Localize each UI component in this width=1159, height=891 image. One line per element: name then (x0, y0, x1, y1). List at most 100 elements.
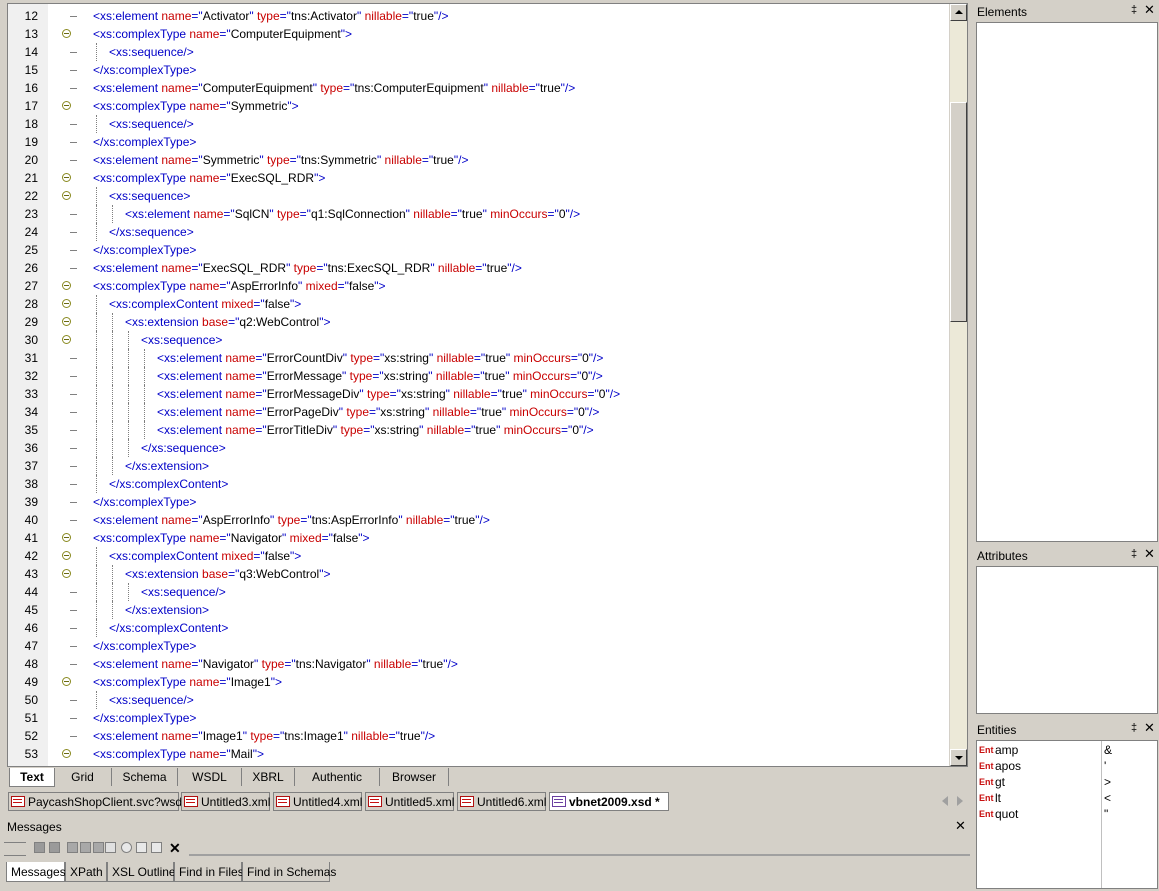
code-line[interactable]: 42 <xs:complexContent mixed="false"> (8, 547, 950, 565)
scroll-up-button[interactable] (950, 4, 967, 21)
tab-authentic[interactable]: Authentic (295, 768, 380, 786)
code-line[interactable]: 32 <xs:element name="ErrorMessage" type="… (8, 367, 950, 385)
next-message-icon[interactable] (34, 842, 45, 853)
fold-toggle-icon[interactable] (62, 29, 71, 38)
code-line[interactable]: 50 <xs:sequence/> (8, 691, 950, 709)
code-line[interactable]: 33 <xs:element name="ErrorMessageDiv" typ… (8, 385, 950, 403)
code-line[interactable]: 12 <xs:element name="Activator" type="tns… (8, 7, 950, 25)
find-previous-icon[interactable] (136, 842, 147, 853)
code-line[interactable]: 18 <xs:sequence/> (8, 115, 950, 133)
doc-tab-untitled5[interactable]: Untitled5.xml (365, 792, 454, 811)
entity-row[interactable]: Ent gt (979, 774, 1005, 790)
tab-grid[interactable]: Grid (54, 768, 112, 786)
code-line[interactable]: 20 <xs:element name="Symmetric" type="tns… (8, 151, 950, 169)
doc-tab-untitled4[interactable]: Untitled4.xml (273, 792, 362, 811)
tab-xbrl[interactable]: XBRL (242, 768, 295, 786)
code-line[interactable]: 38 </xs:complexContent> (8, 475, 950, 493)
code-line[interactable]: 39 </xs:complexType> (8, 493, 950, 511)
code-line[interactable]: 47 </xs:complexType> (8, 637, 950, 655)
fold-toggle-icon[interactable] (62, 317, 71, 326)
clear-icon[interactable]: ✕ (169, 840, 181, 856)
copy-all-icon[interactable] (93, 842, 104, 853)
code-line[interactable]: 44 <xs:sequence/> (8, 583, 950, 601)
tab-xsl-outline[interactable]: XSL Outline (107, 862, 176, 882)
tab-find-in-schemas[interactable]: Find in Schemas (242, 862, 336, 882)
fold-toggle-icon[interactable] (62, 677, 71, 686)
tab-text[interactable]: Text (9, 768, 55, 787)
pin-icon[interactable]: ‡ (1131, 722, 1137, 734)
tab-xpath[interactable]: XPath (65, 862, 107, 882)
code-line[interactable]: 34 <xs:element name="ErrorPageDiv" type="… (8, 403, 950, 421)
code-line[interactable]: 25 </xs:complexType> (8, 241, 950, 259)
close-icon[interactable]: ✕ (955, 818, 966, 834)
fold-toggle-icon[interactable] (62, 101, 71, 110)
code-line[interactable]: 24 </xs:sequence> (8, 223, 950, 241)
tab-find-in-files[interactable]: Find in Files (174, 862, 244, 882)
close-icon[interactable]: ✕ (1144, 546, 1155, 562)
find-next-icon[interactable] (151, 842, 162, 853)
entity-row[interactable]: Ent amp (979, 742, 1018, 758)
scrollbar-thumb[interactable] (950, 102, 967, 322)
tab-browser[interactable]: Browser (380, 768, 449, 786)
fold-toggle-icon[interactable] (62, 335, 71, 344)
fold-toggle-icon[interactable] (62, 173, 71, 182)
tab-messages[interactable]: Messages (6, 862, 66, 882)
elements-list[interactable] (976, 22, 1158, 542)
doc-tab-vbnet2009[interactable]: vbnet2009.xsd * (549, 792, 669, 811)
code-line[interactable]: 28 <xs:complexContent mixed="false"> (8, 295, 950, 313)
code-line[interactable]: 51 </xs:complexType> (8, 709, 950, 727)
previous-message-icon[interactable] (49, 842, 60, 853)
pin-icon[interactable]: ‡ (1131, 548, 1137, 560)
code-line[interactable]: 13 <xs:complexType name="ComputerEquipmen… (8, 25, 950, 43)
code-line[interactable]: 37 </xs:extension> (8, 457, 950, 475)
code-line[interactable]: 23 <xs:element name="SqlCN" type="q1:SqlC… (8, 205, 950, 223)
tab-scroll-right-icon[interactable] (957, 796, 963, 806)
copy-branch-icon[interactable] (80, 842, 91, 853)
code-line[interactable]: 19 </xs:complexType> (8, 133, 950, 151)
vertical-scrollbar[interactable] (949, 4, 967, 766)
code-line[interactable]: 36 </xs:sequence> (8, 439, 950, 457)
tab-schema[interactable]: Schema (112, 768, 178, 786)
doc-tab-untitled6[interactable]: Untitled6.xml (457, 792, 546, 811)
copy-text-icon[interactable] (105, 842, 116, 853)
pin-icon[interactable]: ‡ (1131, 4, 1137, 16)
code-line[interactable]: 14 <xs:sequence/> (8, 43, 950, 61)
code-line[interactable]: 15 </xs:complexType> (8, 61, 950, 79)
copy-message-icon[interactable] (67, 842, 78, 853)
tab-wsdl[interactable]: WSDL (178, 768, 242, 786)
code-line[interactable]: 22 <xs:sequence> (8, 187, 950, 205)
code-line[interactable]: 16 <xs:element name="ComputerEquipment" t… (8, 79, 950, 97)
doc-tab-paycashshopclient[interactable]: PaycashShopClient.svc?wsdl * (8, 792, 193, 811)
code-line[interactable]: 53 <xs:complexType name="Mail"> (8, 745, 950, 763)
close-icon[interactable]: ✕ (1144, 2, 1155, 18)
fold-toggle-icon[interactable] (62, 191, 71, 200)
code-line[interactable]: 40 <xs:element name="AspErrorInfo" type="… (8, 511, 950, 529)
attributes-list[interactable] (976, 566, 1158, 714)
entity-row[interactable]: Ent lt (979, 790, 1001, 806)
code-line[interactable]: 46 </xs:complexContent> (8, 619, 950, 637)
drag-handle-icon[interactable] (4, 842, 26, 856)
tab-scroll-left-icon[interactable] (942, 796, 948, 806)
doc-tab-untitled3[interactable]: Untitled3.xml (181, 792, 270, 811)
fold-toggle-icon[interactable] (62, 551, 71, 560)
entity-row[interactable]: Ent quot (979, 806, 1018, 822)
code-line[interactable]: 27 <xs:complexType name="AspErrorInfo" mi… (8, 277, 950, 295)
fold-toggle-icon[interactable] (62, 281, 71, 290)
code-line[interactable]: 21 <xs:complexType name="ExecSQL_RDR"> (8, 169, 950, 187)
code-line[interactable]: 31 <xs:element name="ErrorCountDiv" type=… (8, 349, 950, 367)
code-line[interactable]: 41 <xs:complexType name="Navigator" mixed… (8, 529, 950, 547)
code-line[interactable]: 30 <xs:sequence> (8, 331, 950, 349)
xml-text-editor[interactable]: 12 <xs:element name="Activator" type="tns… (7, 3, 968, 767)
code-line[interactable]: 26 <xs:element name="ExecSQL_RDR" type="t… (8, 259, 950, 277)
code-line[interactable]: 43 <xs:extension base="q3:WebControl"> (8, 565, 950, 583)
fold-toggle-icon[interactable] (62, 569, 71, 578)
code-line[interactable]: 35 <xs:element name="ErrorTitleDiv" type=… (8, 421, 950, 439)
code-line[interactable]: 48 <xs:element name="Navigator" type="tns… (8, 655, 950, 673)
fold-toggle-icon[interactable] (62, 533, 71, 542)
entities-list[interactable]: Ent amp & Ent apos ' Ent gt > Ent lt < Ent quot " (976, 740, 1158, 889)
entity-row[interactable]: Ent apos (979, 758, 1021, 774)
fold-toggle-icon[interactable] (62, 299, 71, 308)
fold-toggle-icon[interactable] (62, 749, 71, 758)
close-icon[interactable]: ✕ (1144, 720, 1155, 736)
code-lines[interactable]: 12 <xs:element name="Activator" type="tns… (8, 7, 950, 763)
